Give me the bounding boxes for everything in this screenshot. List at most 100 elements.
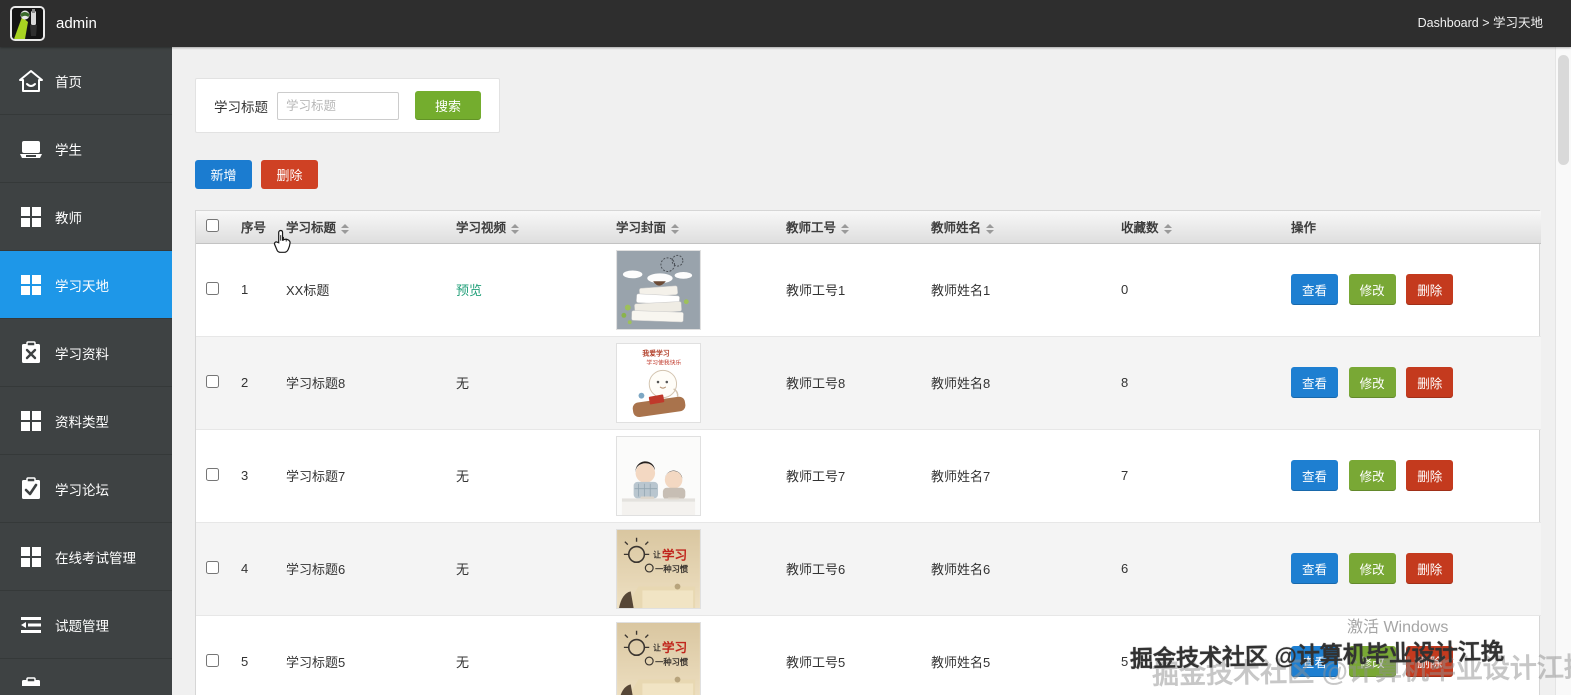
view-button[interactable]: 查看 xyxy=(1291,367,1339,398)
cell-teacher-id: 教师工号8 xyxy=(778,336,923,430)
column-header-teacher-name[interactable]: 教师姓名 xyxy=(923,211,1113,244)
cell-favorites: 6 xyxy=(1113,522,1283,616)
outdent-icon xyxy=(17,611,44,638)
sidebar-item-label: 试题管理 xyxy=(55,618,109,634)
sidebar-item-material-types[interactable]: 资料类型 xyxy=(0,387,172,455)
column-header-title[interactable]: 学习标题 xyxy=(278,211,448,244)
sort-icon[interactable] xyxy=(986,223,995,234)
table-row: 1 XX标题 预览 教师工号1 教师姓名1 0 查看 修改 删除 xyxy=(196,243,1541,337)
search-panel: 学习标题 搜索 xyxy=(195,78,500,133)
sidebar-item-online-exam[interactable]: 在线考试管理 xyxy=(0,523,172,591)
sidebar-item-teachers[interactable]: 教师 xyxy=(0,183,172,251)
edit-button[interactable]: 修改 xyxy=(1348,460,1396,491)
search-input[interactable] xyxy=(277,91,399,120)
sort-icon[interactable] xyxy=(671,223,680,234)
column-header-video[interactable]: 学习视频 xyxy=(448,211,608,244)
sort-icon[interactable] xyxy=(1163,223,1172,234)
sidebar-item-label: 学习论坛 xyxy=(55,482,109,498)
edit-button[interactable]: 修改 xyxy=(1348,367,1396,398)
view-button[interactable]: 查看 xyxy=(1291,274,1339,305)
column-header-actions: 操作 xyxy=(1283,211,1541,244)
sort-icon[interactable] xyxy=(511,223,520,234)
grid-icon xyxy=(17,271,44,298)
cell-video: 无 xyxy=(448,429,608,523)
select-all-checkbox[interactable] xyxy=(206,218,219,232)
delete-button[interactable]: 删除 xyxy=(261,160,318,189)
cell-teacher-name: 教师姓名6 xyxy=(923,522,1113,616)
view-button[interactable]: 查看 xyxy=(1291,460,1339,491)
column-header-teacher-id[interactable]: 教师工号 xyxy=(778,211,923,244)
cell-teacher-name: 教师姓名1 xyxy=(923,243,1113,337)
cell-teacher-name: 教师姓名7 xyxy=(923,429,1113,523)
row-checkbox[interactable] xyxy=(206,560,219,574)
svg-text:一种习惯: 一种习惯 xyxy=(655,656,689,666)
sidebar-item-label: 在线考试管理 xyxy=(55,550,136,566)
edit-button[interactable]: 修改 xyxy=(1348,274,1396,305)
sidebar-item-students[interactable]: 学生 xyxy=(0,115,172,183)
video-preview-link[interactable]: 预览 xyxy=(456,283,482,298)
sidebar-item-label: 教师 xyxy=(55,210,82,226)
sidebar-item-label: 资料类型 xyxy=(55,414,109,430)
student-icon xyxy=(17,135,44,162)
clipboard-x-icon xyxy=(17,339,44,366)
sidebar-item-home[interactable]: 首页 xyxy=(0,47,172,115)
study-habit-wall-cover: 让 学习 一种习惯 xyxy=(616,528,701,609)
cell-favorites: 8 xyxy=(1113,336,1283,430)
sidebar-item-label: 学生 xyxy=(55,142,82,158)
cell-favorites: 7 xyxy=(1113,429,1283,523)
row-delete-button[interactable]: 删除 xyxy=(1406,553,1454,584)
edit-button[interactable]: 修改 xyxy=(1348,553,1396,584)
svg-text:一种习惯: 一种习惯 xyxy=(655,563,689,573)
children-study-cover xyxy=(616,435,701,516)
column-header-cover[interactable]: 学习封面 xyxy=(608,211,778,244)
row-delete-button[interactable]: 删除 xyxy=(1406,367,1454,398)
cell-index: 3 xyxy=(233,429,278,523)
study-habit-wall-cover: 让 学习 一种习惯 xyxy=(616,621,701,695)
sidebar-item-question-management[interactable]: 试题管理 xyxy=(0,591,172,659)
cell-title: 学习标题8 xyxy=(278,336,448,430)
user-menu[interactable]: admin xyxy=(10,5,97,42)
grid-icon xyxy=(17,203,44,230)
sidebar: 首页 学生 教师 学习天地 学习资料 资料类型 学习论坛 在线考试管理 试题管理 xyxy=(0,47,172,695)
sidebar-item-partial[interactable] xyxy=(0,659,172,686)
svg-text:学习: 学习 xyxy=(662,547,687,562)
cell-teacher-id: 教师工号6 xyxy=(778,522,923,616)
sidebar-item-learning-forum[interactable]: 学习论坛 xyxy=(0,455,172,523)
scrollbar-thumb[interactable] xyxy=(1558,55,1569,165)
avatar-image xyxy=(12,8,43,39)
clipboard-check-icon xyxy=(17,475,44,502)
search-button[interactable]: 搜索 xyxy=(415,91,481,120)
sidebar-item-learning-materials[interactable]: 学习资料 xyxy=(0,319,172,387)
vertical-scrollbar[interactable] xyxy=(1555,47,1571,695)
sidebar-item-label: 学习天地 xyxy=(55,278,109,294)
svg-text:让: 让 xyxy=(653,642,661,652)
cell-title: 学习标题5 xyxy=(278,615,448,695)
cell-index: 2 xyxy=(233,336,278,430)
svg-text:学习: 学习 xyxy=(662,640,687,655)
cell-index: 5 xyxy=(233,615,278,695)
sort-icon[interactable] xyxy=(841,223,850,234)
cell-video: 无 xyxy=(448,336,608,430)
search-label: 学习标题 xyxy=(214,99,268,115)
row-delete-button[interactable]: 删除 xyxy=(1406,274,1454,305)
row-checkbox[interactable] xyxy=(206,467,219,481)
cell-teacher-name: 教师姓名8 xyxy=(923,336,1113,430)
row-checkbox[interactable] xyxy=(206,374,219,388)
row-checkbox[interactable] xyxy=(206,653,219,667)
clipboard-icon xyxy=(17,675,44,686)
home-icon xyxy=(17,67,44,94)
breadcrumb[interactable]: Dashboard > 学习天地 xyxy=(1418,0,1543,47)
table-row: 3 学习标题7 无 教师工号7 教师姓名7 7 查看 修改 删除 xyxy=(196,429,1541,523)
add-button[interactable]: 新增 xyxy=(195,160,252,189)
view-button[interactable]: 查看 xyxy=(1291,553,1339,584)
grid-icon xyxy=(17,407,44,434)
sidebar-item-learning-world[interactable]: 学习天地 xyxy=(0,251,172,319)
sidebar-item-label: 学习资料 xyxy=(55,346,109,362)
row-delete-button[interactable]: 删除 xyxy=(1406,460,1454,491)
cell-video: 无 xyxy=(448,522,608,616)
sort-icon[interactable] xyxy=(341,223,350,234)
row-checkbox[interactable] xyxy=(206,281,219,295)
cell-title: XX标题 xyxy=(278,243,448,337)
table-header-row: 序号 学习标题 学习视频 学习封面 教师工号 教师姓名 收藏数 操作 xyxy=(196,211,1541,244)
column-header-favorites[interactable]: 收藏数 xyxy=(1113,211,1283,244)
